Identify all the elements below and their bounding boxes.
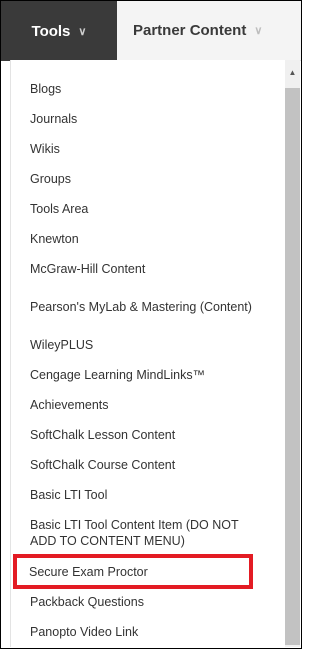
tools-menu-list: Blogs Journals Wikis Groups Tools Area K… bbox=[11, 60, 259, 647]
scrollbar-thumb[interactable] bbox=[285, 88, 300, 645]
tab-partner-label: Partner Content bbox=[133, 22, 247, 39]
menu-item-groups[interactable]: Groups bbox=[11, 164, 259, 194]
menu-item-tools-area[interactable]: Tools Area bbox=[11, 194, 259, 224]
menu-item-mcgraw-hill[interactable]: McGraw-Hill Content bbox=[11, 254, 259, 284]
tab-tools-label: Tools bbox=[31, 22, 71, 40]
tab-partner-content[interactable]: Partner Content ∨ bbox=[117, 1, 301, 61]
menu-item-softchalk-course[interactable]: SoftChalk Course Content bbox=[11, 450, 259, 480]
menu-item-knewton[interactable]: Knewton bbox=[11, 224, 259, 254]
menu-item-blogs[interactable]: Blogs bbox=[11, 74, 259, 104]
menu-item-packback[interactable]: Packback Questions bbox=[11, 587, 259, 617]
menu-item-basic-lti-tool[interactable]: Basic LTI Tool bbox=[11, 480, 259, 510]
menu-item-wileyplus[interactable]: WileyPLUS bbox=[11, 330, 259, 360]
menu-item-achievements[interactable]: Achievements bbox=[11, 390, 259, 420]
chevron-down-icon: ∨ bbox=[78, 25, 87, 38]
tools-dropdown-panel: Blogs Journals Wikis Groups Tools Area K… bbox=[10, 60, 287, 647]
tab-bar: Tools ∨ Partner Content ∨ bbox=[1, 1, 301, 61]
menu-item-pearson[interactable]: Pearson's MyLab & Mastering (Content) bbox=[11, 284, 259, 330]
menu-item-journals[interactable]: Journals bbox=[11, 104, 259, 134]
menu-item-softchalk-lesson[interactable]: SoftChalk Lesson Content bbox=[11, 420, 259, 450]
menu-item-secure-exam-proctor[interactable]: Secure Exam Proctor bbox=[13, 554, 253, 589]
menu-scrollbar[interactable]: ▲ bbox=[285, 60, 300, 647]
menu-item-basic-lti-content-item[interactable]: Basic LTI Tool Content Item (DO NOT ADD … bbox=[11, 510, 259, 556]
tab-tools[interactable]: Tools ∨ bbox=[1, 1, 117, 61]
menu-item-cengage[interactable]: Cengage Learning MindLinks™ bbox=[11, 360, 259, 390]
chevron-down-icon: ∨ bbox=[254, 25, 263, 37]
scroll-up-arrow-icon[interactable]: ▲ bbox=[285, 68, 300, 77]
menu-item-panopto[interactable]: Panopto Video Link bbox=[11, 617, 259, 647]
menu-item-wikis[interactable]: Wikis bbox=[11, 134, 259, 164]
